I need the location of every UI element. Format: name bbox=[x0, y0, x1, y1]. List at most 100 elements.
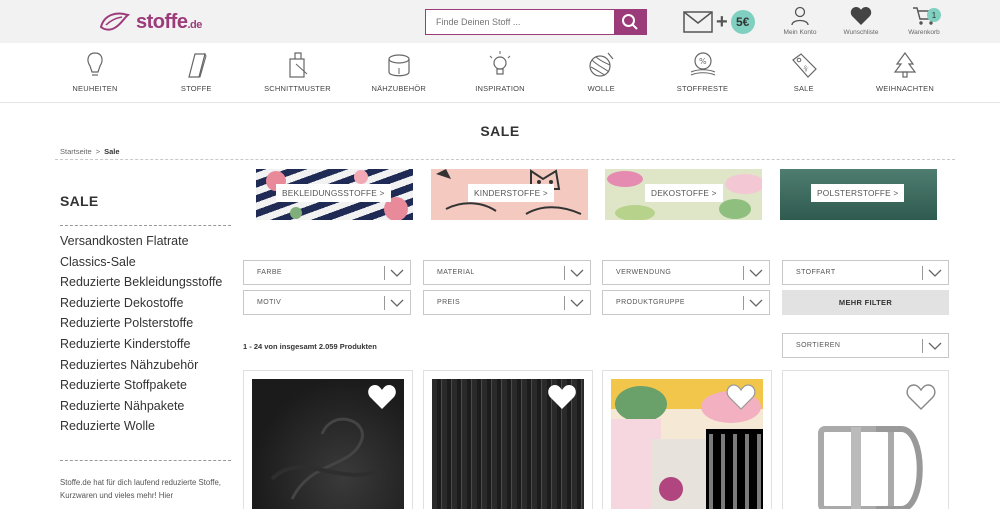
nav-label: SCHNITTMUSTER bbox=[264, 84, 331, 93]
lightbulb-icon bbox=[489, 51, 511, 75]
sidebar-item-dekostoffe[interactable]: Reduzierte Dekostoffe bbox=[60, 296, 235, 311]
nav-label: WEIHNACHTEN bbox=[875, 84, 935, 93]
search-box bbox=[425, 9, 647, 35]
chevron-down-icon bbox=[390, 299, 404, 307]
wishlist-label: Wunschliste bbox=[843, 29, 879, 36]
sidebar-item-naehzubehoer[interactable]: Reduziertes Nähzubehör bbox=[60, 358, 235, 373]
more-filter-button[interactable]: MEHR FILTER bbox=[782, 290, 949, 315]
filter-separator bbox=[564, 296, 565, 310]
page-title: SALE bbox=[480, 123, 520, 139]
sidebar-item-polsterstoffe[interactable]: Reduzierte Polsterstoffe bbox=[60, 316, 235, 331]
nav-stoffreste[interactable]: % STOFFRESTE bbox=[653, 43, 753, 101]
sidebar-item-versandkosten[interactable]: Versandkosten Flatrate bbox=[60, 234, 235, 249]
wishlist-link[interactable]: Wunschliste bbox=[831, 6, 891, 40]
logo[interactable]: stoffe.de bbox=[98, 7, 208, 37]
filter-produktgruppe[interactable]: PRODUKTGRUPPE bbox=[602, 290, 770, 315]
breadcrumb: Startseite > Sale bbox=[60, 147, 120, 156]
nav-label: INSPIRATION bbox=[475, 84, 525, 93]
fabric-icon bbox=[188, 52, 207, 78]
filter-stoffart[interactable]: STOFFART bbox=[782, 260, 949, 285]
nav-stoffe[interactable]: STOFFE bbox=[146, 43, 246, 101]
wishlist-heart-icon[interactable] bbox=[906, 383, 936, 411]
nav-label: WOLLE bbox=[587, 84, 615, 93]
search-input[interactable] bbox=[426, 10, 616, 34]
heart-icon bbox=[850, 7, 872, 25]
account-label: Mein Konto bbox=[783, 29, 817, 36]
filter-preis[interactable]: PREIS bbox=[423, 290, 591, 315]
cart-count-badge: 1 bbox=[927, 8, 941, 22]
sidebar-title: SALE bbox=[60, 193, 99, 209]
banner-label: POLSTERSTOFFE > bbox=[811, 184, 905, 202]
svg-text:%: % bbox=[801, 64, 810, 73]
filter-label: MOTIV bbox=[257, 299, 282, 306]
banner-dekostoffe[interactable]: DEKOSTOFFE > bbox=[605, 169, 762, 220]
account-link[interactable]: Mein Konto bbox=[770, 6, 830, 40]
search-button[interactable] bbox=[614, 10, 646, 34]
wishlist-heart-icon[interactable] bbox=[726, 383, 756, 411]
nav-label: SALE bbox=[793, 84, 814, 93]
fabric-remnants-icon: % bbox=[690, 52, 715, 76]
logo-name: stoffe bbox=[136, 10, 188, 33]
sidebar-divider bbox=[60, 460, 231, 461]
christmas-tree-icon bbox=[893, 51, 917, 78]
cart-label: Warenkorb bbox=[908, 29, 940, 36]
nav-naehzubehoer[interactable]: NÄHZUBEHÖR bbox=[349, 43, 449, 101]
search-icon bbox=[622, 14, 638, 30]
chevron-down-icon bbox=[390, 269, 404, 277]
nav-neuheiten[interactable]: NEUHEITEN bbox=[45, 43, 145, 101]
filter-label: FARBE bbox=[257, 269, 282, 276]
banner-kinderstoffe[interactable]: KINDERSTOFFE > bbox=[431, 169, 588, 220]
breadcrumb-current: Sale bbox=[104, 147, 120, 156]
banner-bekleidungsstoffe[interactable]: BEKLEIDUNGSSTOFFE > bbox=[256, 169, 413, 220]
filter-farbe[interactable]: FARBE bbox=[243, 260, 411, 285]
sidebar-item-classics[interactable]: Classics-Sale bbox=[60, 255, 235, 270]
promo-amount: 5€ bbox=[730, 10, 755, 34]
nav-schnittmuster[interactable]: SCHNITTMUSTER bbox=[248, 43, 348, 101]
wishlist-heart-icon[interactable] bbox=[367, 383, 397, 411]
nav-weihnachten[interactable]: WEIHNACHTEN bbox=[855, 43, 955, 101]
banner-label: BEKLEIDUNGSSTOFFE > bbox=[276, 184, 391, 202]
banner-polsterstoffe[interactable]: POLSTERSTOFFE > bbox=[780, 169, 937, 220]
filter-label: VERWENDUNG bbox=[616, 269, 672, 276]
user-icon bbox=[791, 6, 809, 26]
sidebar-divider bbox=[60, 225, 231, 226]
breadcrumb-separator: > bbox=[95, 147, 101, 156]
nav-label: NEUHEITEN bbox=[72, 84, 118, 93]
chevron-down-icon bbox=[928, 342, 942, 350]
sidebar-item-naehpakete[interactable]: Reduzierte Nähpakete bbox=[60, 399, 235, 414]
banner-label: KINDERSTOFFE > bbox=[468, 184, 554, 202]
filter-verwendung[interactable]: VERWENDUNG bbox=[602, 260, 770, 285]
filter-separator bbox=[564, 266, 565, 280]
filter-separator bbox=[384, 266, 385, 280]
newsletter-promo[interactable]: + 5€ bbox=[683, 8, 755, 36]
nav-wolle[interactable]: WOLLE bbox=[551, 43, 651, 101]
wishlist-heart-icon[interactable] bbox=[547, 383, 577, 411]
chevron-down-icon bbox=[928, 269, 942, 277]
top-bar: stoffe.de + 5€ Mein Konto Wunschliste bbox=[0, 0, 1000, 43]
nav-inspiration[interactable]: INSPIRATION bbox=[450, 43, 550, 101]
cart-link[interactable]: 1 Warenkorb bbox=[894, 6, 954, 40]
filter-material[interactable]: MATERIAL bbox=[423, 260, 591, 285]
filter-motiv[interactable]: MOTIV bbox=[243, 290, 411, 315]
chevron-down-icon bbox=[570, 269, 584, 277]
sidebar-item-wolle[interactable]: Reduzierte Wolle bbox=[60, 419, 235, 434]
sort-select[interactable]: SORTIEREN bbox=[782, 333, 949, 358]
sidebar-item-bekleidungsstoffe[interactable]: Reduzierte Bekleidungsstoffe bbox=[60, 275, 235, 290]
chevron-down-icon bbox=[570, 299, 584, 307]
nav-label: STOFFE bbox=[180, 84, 212, 93]
sort-label: SORTIEREN bbox=[796, 342, 841, 349]
measuring-tape-icon bbox=[388, 54, 410, 77]
bulb-icon bbox=[87, 52, 103, 76]
breadcrumb-home[interactable]: Startseite bbox=[60, 147, 92, 156]
result-count: 1 - 24 von insgesamt 2.059 Produkten bbox=[243, 342, 377, 351]
sidebar-item-kinderstoffe[interactable]: Reduzierte Kinderstoffe bbox=[60, 337, 235, 352]
filter-separator bbox=[743, 266, 744, 280]
yarn-icon bbox=[589, 52, 614, 77]
logo-tld: .de bbox=[187, 18, 202, 31]
sidebar-list: Versandkosten Flatrate Classics-Sale Red… bbox=[60, 234, 235, 440]
filter-label: PRODUKTGRUPPE bbox=[616, 299, 685, 306]
sidebar-item-stoffpakete[interactable]: Reduzierte Stoffpakete bbox=[60, 378, 235, 393]
price-tag-icon: % bbox=[791, 53, 817, 78]
nav-sale[interactable]: % SALE bbox=[754, 43, 854, 101]
filter-label: STOFFART bbox=[796, 269, 836, 276]
